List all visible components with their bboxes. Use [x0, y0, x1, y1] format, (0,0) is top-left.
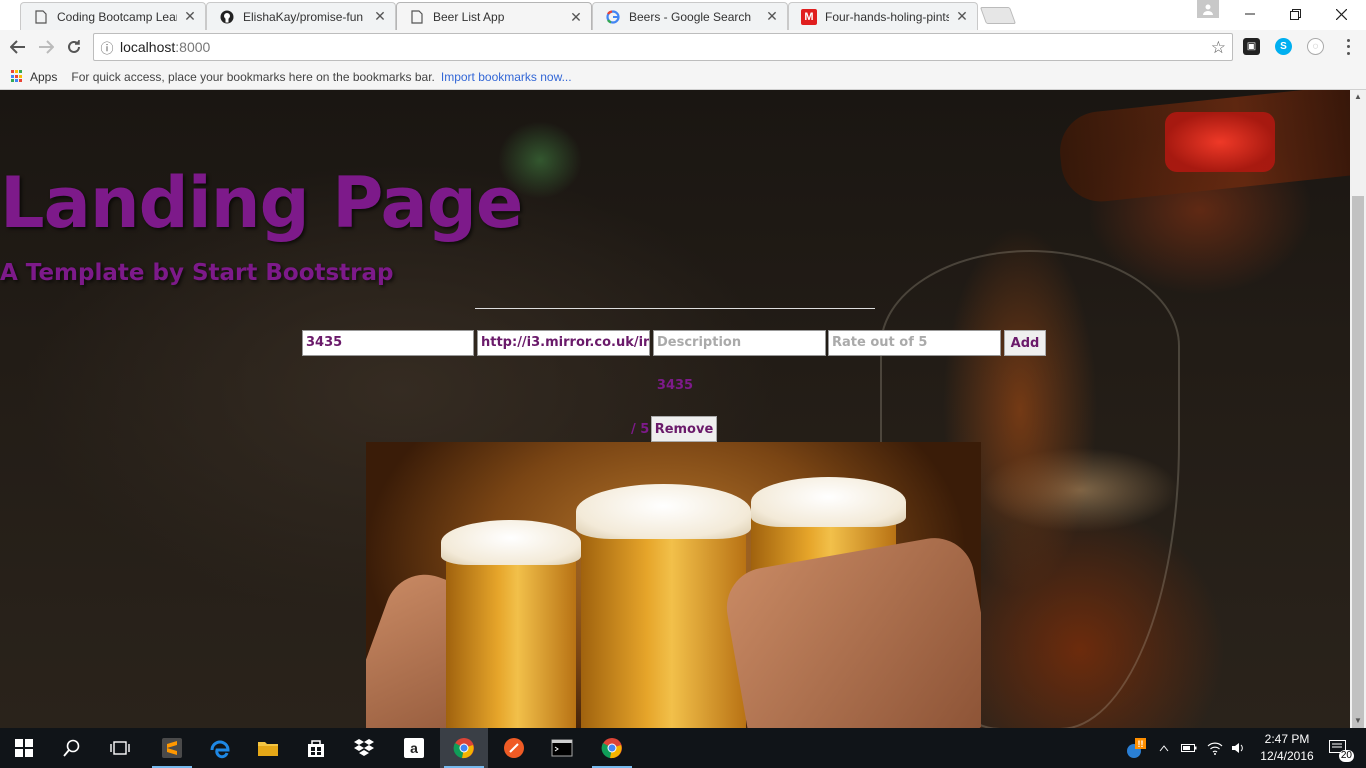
tab-promise-fun[interactable]: ElishaKay/promise-fun ✕ — [206, 2, 396, 30]
github-icon — [219, 9, 235, 25]
reload-icon[interactable] — [64, 37, 84, 57]
close-icon[interactable]: ✕ — [955, 8, 969, 25]
tab-title: ElishaKay/promise-fun — [243, 9, 364, 24]
close-icon[interactable]: ✕ — [569, 9, 583, 26]
image-url-input[interactable]: http://i3.mirror.co.uk/incom — [477, 330, 650, 356]
import-bookmarks-link[interactable]: Import bookmarks now... — [441, 70, 572, 84]
close-window-icon[interactable] — [1318, 0, 1364, 28]
tab-strip: Coding Bootcamp Learn ✕ ElishaKay/promis… — [0, 0, 1366, 31]
search-icon[interactable] — [48, 728, 96, 768]
clock-time: 2:47 PM — [1264, 732, 1310, 746]
remove-button[interactable]: Remove — [651, 416, 717, 442]
address-port: :8000 — [175, 39, 211, 55]
clock-date: 12/4/2016 — [1260, 749, 1314, 763]
show-hidden-icons-icon[interactable] — [1155, 728, 1173, 768]
dropbox-icon[interactable] — [340, 728, 388, 768]
taskbar-clock[interactable]: 2:47 PM 12/4/2016 — [1252, 731, 1322, 765]
beer-foam-center — [576, 484, 751, 539]
beer-item-rating: / 5 — [631, 422, 650, 437]
postman-icon[interactable] — [490, 728, 538, 768]
page-viewport: Landing Page A Template by Start Bootstr… — [0, 90, 1350, 728]
close-icon[interactable]: ✕ — [373, 8, 387, 25]
google-icon — [605, 9, 621, 25]
rating-input[interactable]: Rate out of 5 — [828, 330, 1001, 356]
volume-icon[interactable] — [1228, 728, 1248, 768]
action-center-icon[interactable]: 20 — [1322, 728, 1356, 768]
terminal-icon[interactable] — [538, 728, 586, 768]
beer-foam-left — [441, 520, 581, 565]
forward-arrow-icon[interactable] — [36, 37, 56, 57]
scroll-up-icon[interactable]: ▲ — [1350, 90, 1366, 104]
chrome-icon[interactable] — [440, 728, 488, 768]
scroll-down-icon[interactable]: ▼ — [1350, 714, 1366, 728]
wifi-icon[interactable] — [1204, 728, 1226, 768]
document-icon — [409, 9, 425, 25]
task-view-icon[interactable] — [96, 728, 144, 768]
beer-item-name: 3435 — [656, 378, 694, 393]
beer-name-input[interactable]: 3435 — [302, 330, 474, 356]
divider — [475, 308, 875, 309]
address-bar[interactable]: ⓘ localhost:8000 ☆ — [93, 33, 1233, 61]
tab-title: Beers - Google Search — [629, 9, 752, 24]
tab-title: Four-hands-holing-pints — [825, 9, 949, 24]
alert-tray-icon[interactable]: !! — [1122, 728, 1150, 768]
page-scrollbar[interactable]: ▲ ▼ — [1350, 90, 1366, 730]
page-subtitle: A Template by Start Bootstrap — [0, 260, 394, 286]
file-explorer-icon[interactable] — [244, 728, 292, 768]
restore-icon[interactable] — [1272, 0, 1318, 28]
svg-text:a: a — [410, 740, 418, 756]
new-tab-button[interactable] — [979, 7, 1017, 24]
chrome-menu-icon[interactable] — [1343, 37, 1353, 57]
svg-text:!!: !! — [1138, 739, 1144, 749]
info-icon[interactable]: ⓘ — [94, 38, 120, 57]
chrome-icon-2[interactable] — [588, 728, 636, 768]
tab-title: Beer List App — [433, 10, 505, 24]
tab-coding-bootcamp[interactable]: Coding Bootcamp Learn ✕ — [20, 2, 206, 30]
tab-beer-list-app[interactable]: Beer List App ✕ — [396, 2, 592, 31]
browser-toolbar: ⓘ localhost:8000 ☆ ▣ S ◌ — [0, 30, 1366, 64]
add-button[interactable]: Add — [1004, 330, 1046, 356]
apps-link[interactable]: Apps — [30, 70, 57, 84]
profile-icon[interactable] — [1197, 0, 1219, 18]
bookmarks-hint: For quick access, place your bookmarks h… — [71, 69, 435, 84]
beer-mug-left — [446, 537, 576, 728]
close-icon[interactable]: ✕ — [765, 8, 779, 25]
notification-count-badge: 20 — [1338, 750, 1354, 762]
amazon-icon[interactable]: a — [390, 728, 438, 768]
windows-taskbar: a !! 2:47 PM 12/4/2016 20 — [0, 728, 1366, 768]
tab-title: Coding Bootcamp Learn — [57, 9, 177, 24]
beer-image — [366, 442, 981, 728]
battery-icon[interactable] — [1178, 728, 1200, 768]
bookmarks-bar: Apps For quick access, place your bookma… — [0, 64, 1366, 90]
beer-mug-center — [581, 507, 746, 728]
mirror-icon: M — [801, 8, 817, 25]
address-host: localhost — [120, 39, 176, 55]
scrollbar-thumb[interactable] — [1352, 196, 1364, 730]
minimize-icon[interactable] — [1227, 0, 1273, 28]
edge-browser-icon[interactable] — [196, 728, 244, 768]
windows-start-icon[interactable] — [0, 728, 48, 768]
extension-icon[interactable]: ▣ — [1243, 38, 1260, 55]
bookmark-star-icon[interactable]: ☆ — [1211, 38, 1226, 58]
tab-four-hands-holding-pints[interactable]: M Four-hands-holing-pints ✕ — [788, 2, 978, 30]
back-arrow-icon[interactable] — [8, 37, 28, 57]
beer-foam-right — [751, 477, 906, 527]
sublime-text-icon[interactable] — [148, 728, 196, 768]
description-input[interactable]: Description — [653, 330, 826, 356]
document-icon — [33, 9, 49, 25]
tab-beers-google-search[interactable]: Beers - Google Search ✕ — [592, 2, 788, 30]
close-icon[interactable]: ✕ — [183, 8, 197, 25]
store-icon[interactable] — [292, 728, 340, 768]
extension-circle-icon[interactable]: ◌ — [1307, 38, 1324, 55]
skype-icon[interactable]: S — [1275, 38, 1292, 55]
page-title: Landing Page — [0, 162, 523, 244]
apps-grid-icon[interactable] — [11, 70, 24, 83]
